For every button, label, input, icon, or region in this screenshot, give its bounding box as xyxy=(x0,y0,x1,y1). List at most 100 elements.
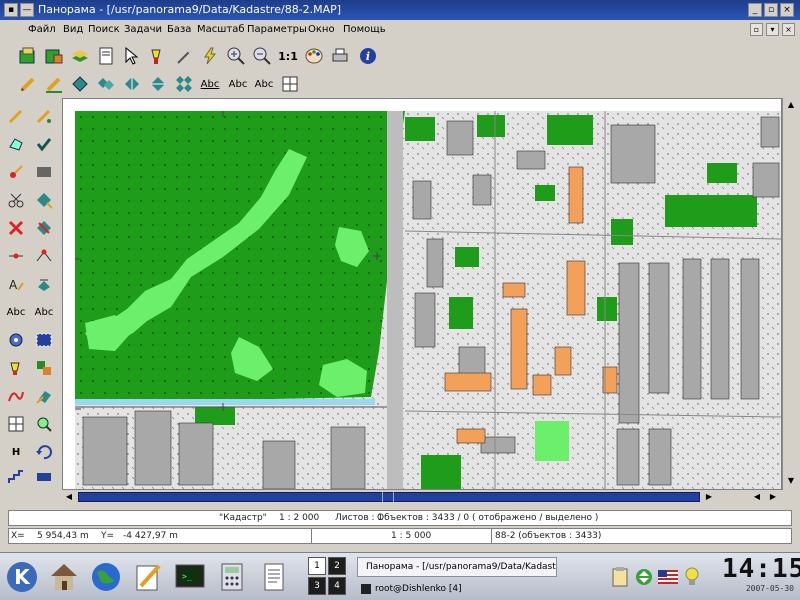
window-pin-icon[interactable]: — xyxy=(20,3,34,17)
mdi-restore-icon[interactable]: ▾ xyxy=(766,23,779,36)
grid-button[interactable] xyxy=(278,72,302,96)
wand-button[interactable] xyxy=(172,44,196,68)
calculator-launcher[interactable] xyxy=(214,559,250,595)
editor-launcher[interactable] xyxy=(130,559,166,595)
diamond-split-button[interactable] xyxy=(120,72,144,96)
close-icon[interactable]: × xyxy=(780,3,794,17)
menu-window[interactable]: Окно xyxy=(308,24,335,35)
minimize-icon[interactable]: _ xyxy=(748,3,762,17)
menu-view[interactable]: Вид xyxy=(63,24,83,35)
draw-polygon-button[interactable] xyxy=(4,132,28,156)
diamond-grid-button[interactable] xyxy=(172,72,196,96)
desktop-4[interactable]: 4 xyxy=(328,577,346,595)
text-style-button[interactable] xyxy=(32,272,56,296)
vertex-button[interactable] xyxy=(4,244,28,268)
vertical-scrollbar[interactable]: ▲ ▼ xyxy=(782,98,798,490)
kde-logo-icon: K xyxy=(7,562,37,592)
task-terminal[interactable]: root@Dishlenko [4] xyxy=(357,579,557,599)
pencil-edit-button[interactable] xyxy=(42,72,66,96)
menu-help[interactable]: Помощь xyxy=(343,24,386,35)
clock[interactable]: 14:15 2007-05-30 xyxy=(722,554,800,598)
delete-button[interactable] xyxy=(4,216,28,240)
text-place-button[interactable]: A xyxy=(4,272,28,296)
mdi-close-icon[interactable]: × xyxy=(782,23,795,36)
vertex-move-button[interactable] xyxy=(32,244,56,268)
check-button[interactable] xyxy=(32,132,56,156)
scroll-up-icon[interactable]: ▲ xyxy=(784,98,798,112)
browser-launcher[interactable] xyxy=(88,559,124,595)
open-map-button[interactable] xyxy=(16,44,40,68)
scroll-right-icon[interactable]: ▶ xyxy=(702,490,716,504)
draw-line-alt-button[interactable] xyxy=(32,104,56,128)
table-button[interactable] xyxy=(4,412,28,436)
info-button[interactable]: i xyxy=(356,44,380,68)
cut-button[interactable] xyxy=(4,188,28,212)
maximize-icon[interactable]: ▫ xyxy=(764,3,778,17)
add-map-button[interactable] xyxy=(42,44,66,68)
undo-button[interactable] xyxy=(32,440,56,464)
menu-tasks[interactable]: Задачи xyxy=(124,24,162,35)
diamond-cut-button[interactable] xyxy=(146,72,170,96)
tips-tray[interactable] xyxy=(680,559,704,595)
rotate-button[interactable] xyxy=(4,328,28,352)
fill-button[interactable] xyxy=(4,356,28,380)
zoom-in-button[interactable] xyxy=(224,44,248,68)
scroll-prev-icon[interactable]: ◀ xyxy=(750,490,764,504)
scroll-next-icon[interactable]: ▶ xyxy=(766,490,780,504)
label-button[interactable]: Abc xyxy=(4,300,28,324)
kde-menu-button[interactable]: K xyxy=(4,559,40,595)
pencil-button[interactable] xyxy=(16,72,40,96)
lightning-button[interactable] xyxy=(198,44,222,68)
diamond-button[interactable] xyxy=(68,72,92,96)
delete-object-button[interactable] xyxy=(32,216,56,240)
keyboard-layout-tray[interactable] xyxy=(656,559,680,595)
menu-database[interactable]: База xyxy=(167,24,191,35)
layers-button[interactable] xyxy=(68,44,92,68)
height-button[interactable]: H xyxy=(4,440,28,464)
print-button[interactable] xyxy=(328,44,352,68)
network-tray[interactable] xyxy=(632,559,656,595)
window-menu-icon[interactable]: ▪ xyxy=(4,3,18,17)
terminal-launcher[interactable]: >_ xyxy=(172,559,208,595)
flashlight-button[interactable] xyxy=(146,44,170,68)
horizontal-scrollbar[interactable]: ◀ ▶ ◀ ▶ xyxy=(62,490,782,504)
menu-parameters[interactable]: Параметры xyxy=(247,24,307,35)
layers-icon xyxy=(72,50,88,62)
map-canvas[interactable] xyxy=(75,111,781,489)
block-button[interactable] xyxy=(32,160,56,184)
copy-object-button[interactable] xyxy=(32,384,56,408)
scroll-down-icon[interactable]: ▼ xyxy=(784,474,798,488)
scroll-left-icon[interactable]: ◀ xyxy=(62,490,76,504)
document-button[interactable] xyxy=(94,44,118,68)
task-panorama[interactable]: Панорама - [/usr/panorama9/Data/Kadastre xyxy=(357,557,557,577)
draw-line-button[interactable] xyxy=(4,104,28,128)
klipper-tray[interactable] xyxy=(608,559,632,595)
label-edit-button[interactable]: Abc xyxy=(32,300,56,324)
mdi-minimize-icon[interactable]: ▫ xyxy=(750,23,763,36)
desktop-2[interactable]: 2 xyxy=(328,557,346,575)
redo-button[interactable] xyxy=(32,464,56,488)
diamond-pair-button[interactable] xyxy=(94,72,118,96)
table-icon xyxy=(8,416,24,432)
zoom-out-button[interactable] xyxy=(250,44,274,68)
edit-object-button[interactable] xyxy=(32,188,56,212)
text-button[interactable]: Abc xyxy=(198,72,222,96)
text-move-button[interactable]: Abc xyxy=(252,72,276,96)
palette-button[interactable] xyxy=(302,44,326,68)
document-launcher[interactable] xyxy=(256,559,292,595)
scale-1-1-button[interactable]: 1:1 xyxy=(276,44,300,68)
stairs-button[interactable] xyxy=(4,464,28,488)
desktop-1[interactable]: 1 xyxy=(308,557,326,575)
point-button[interactable] xyxy=(4,160,28,184)
find-button[interactable] xyxy=(32,412,56,436)
merge-button[interactable] xyxy=(32,356,56,380)
select-area-button[interactable] xyxy=(32,328,56,352)
menu-file[interactable]: Файл xyxy=(28,24,56,35)
text-edit-button[interactable]: Abc xyxy=(226,72,250,96)
select-button[interactable] xyxy=(120,44,144,68)
curve-button[interactable] xyxy=(4,384,28,408)
menu-search[interactable]: Поиск xyxy=(88,24,120,35)
menu-scale[interactable]: Масштаб xyxy=(197,24,245,35)
home-launcher[interactable] xyxy=(46,559,82,595)
desktop-3[interactable]: 3 xyxy=(308,577,326,595)
